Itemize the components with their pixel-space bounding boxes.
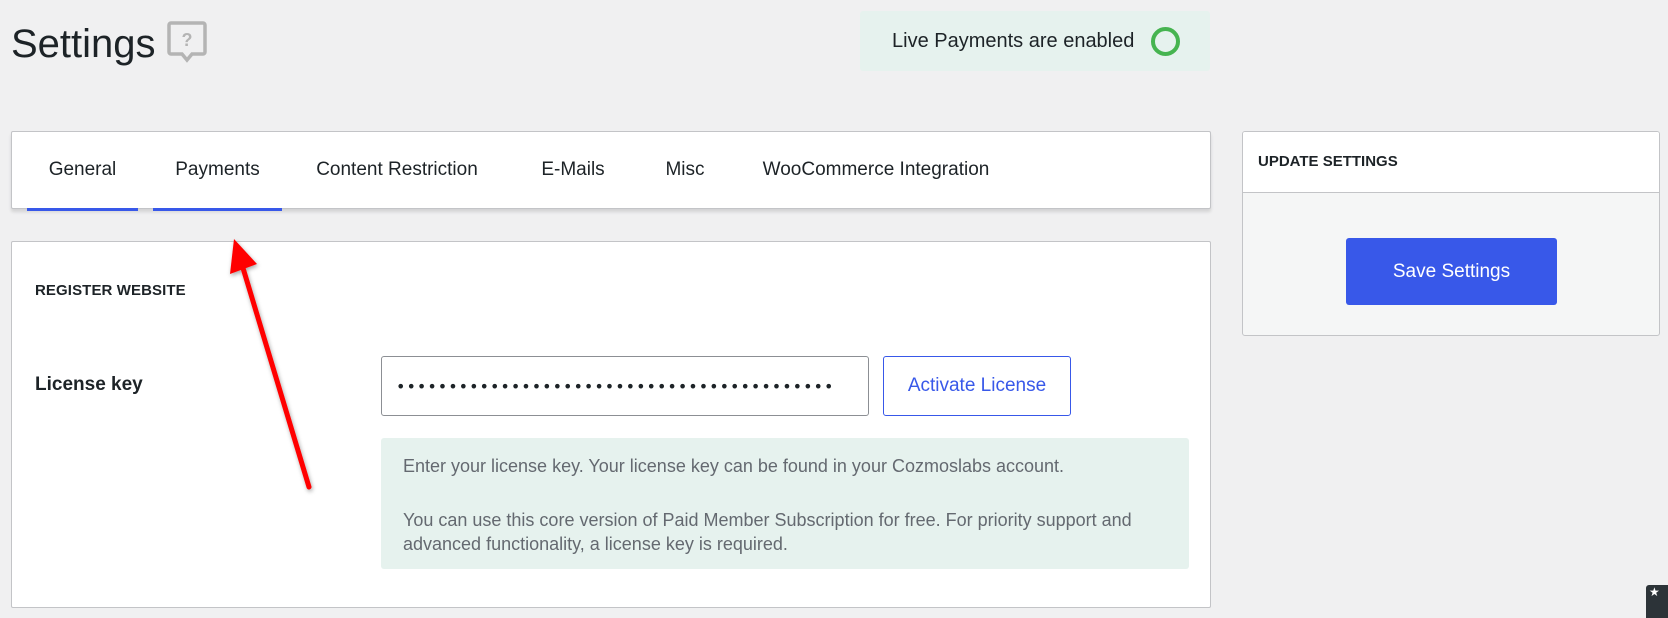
live-payments-notice: Live Payments are enabled [860, 11, 1210, 71]
pin-icon: ★ [1649, 585, 1660, 599]
license-key-label: License key [35, 374, 143, 395]
svg-text:?: ? [182, 30, 193, 50]
panel-title: UPDATE SETTINGS [1243, 132, 1659, 193]
info-text: Enter your license key. Your license key… [403, 456, 1065, 476]
tab-content-restriction[interactable]: Content Restriction [302, 132, 492, 209]
pin-widget[interactable]: ★ [1646, 585, 1668, 618]
activate-license-button[interactable]: Activate License [883, 356, 1071, 416]
tab-emails[interactable]: E-Mails [526, 132, 620, 209]
tab-general[interactable]: General [27, 132, 138, 211]
status-circle-icon [1151, 27, 1180, 56]
update-settings-panel: UPDATE SETTINGS Save Settings [1242, 131, 1660, 336]
save-settings-button[interactable]: Save Settings [1346, 238, 1557, 305]
tab-payments[interactable]: Payments [153, 132, 282, 211]
tab-label: General [48, 159, 117, 180]
tab-woocommerce-integration[interactable]: WooCommerce Integration [748, 132, 1004, 209]
settings-tabs: General Payments Content Restriction E-M… [11, 131, 1211, 211]
license-info-notice: Enter your license key. Your license key… [381, 438, 1189, 569]
live-payments-text: Live Payments are enabled [892, 30, 1135, 52]
tab-label: Content Restriction [316, 159, 478, 180]
page-title: Settings [11, 22, 156, 66]
info-text: You can use this core version of Paid Me… [403, 510, 1132, 554]
register-website-panel: REGISTER WEBSITE License key Activate Li… [11, 241, 1211, 608]
license-key-input[interactable] [381, 356, 869, 416]
tab-label: E-Mails [541, 159, 605, 180]
section-title: REGISTER WEBSITE [35, 282, 186, 299]
tab-label: WooCommerce Integration [762, 159, 990, 180]
help-speech-bubble-icon[interactable]: ? [167, 20, 207, 64]
tab-label: Misc [665, 159, 705, 180]
tab-label: Payments [175, 159, 260, 180]
tab-misc[interactable]: Misc [652, 132, 718, 209]
